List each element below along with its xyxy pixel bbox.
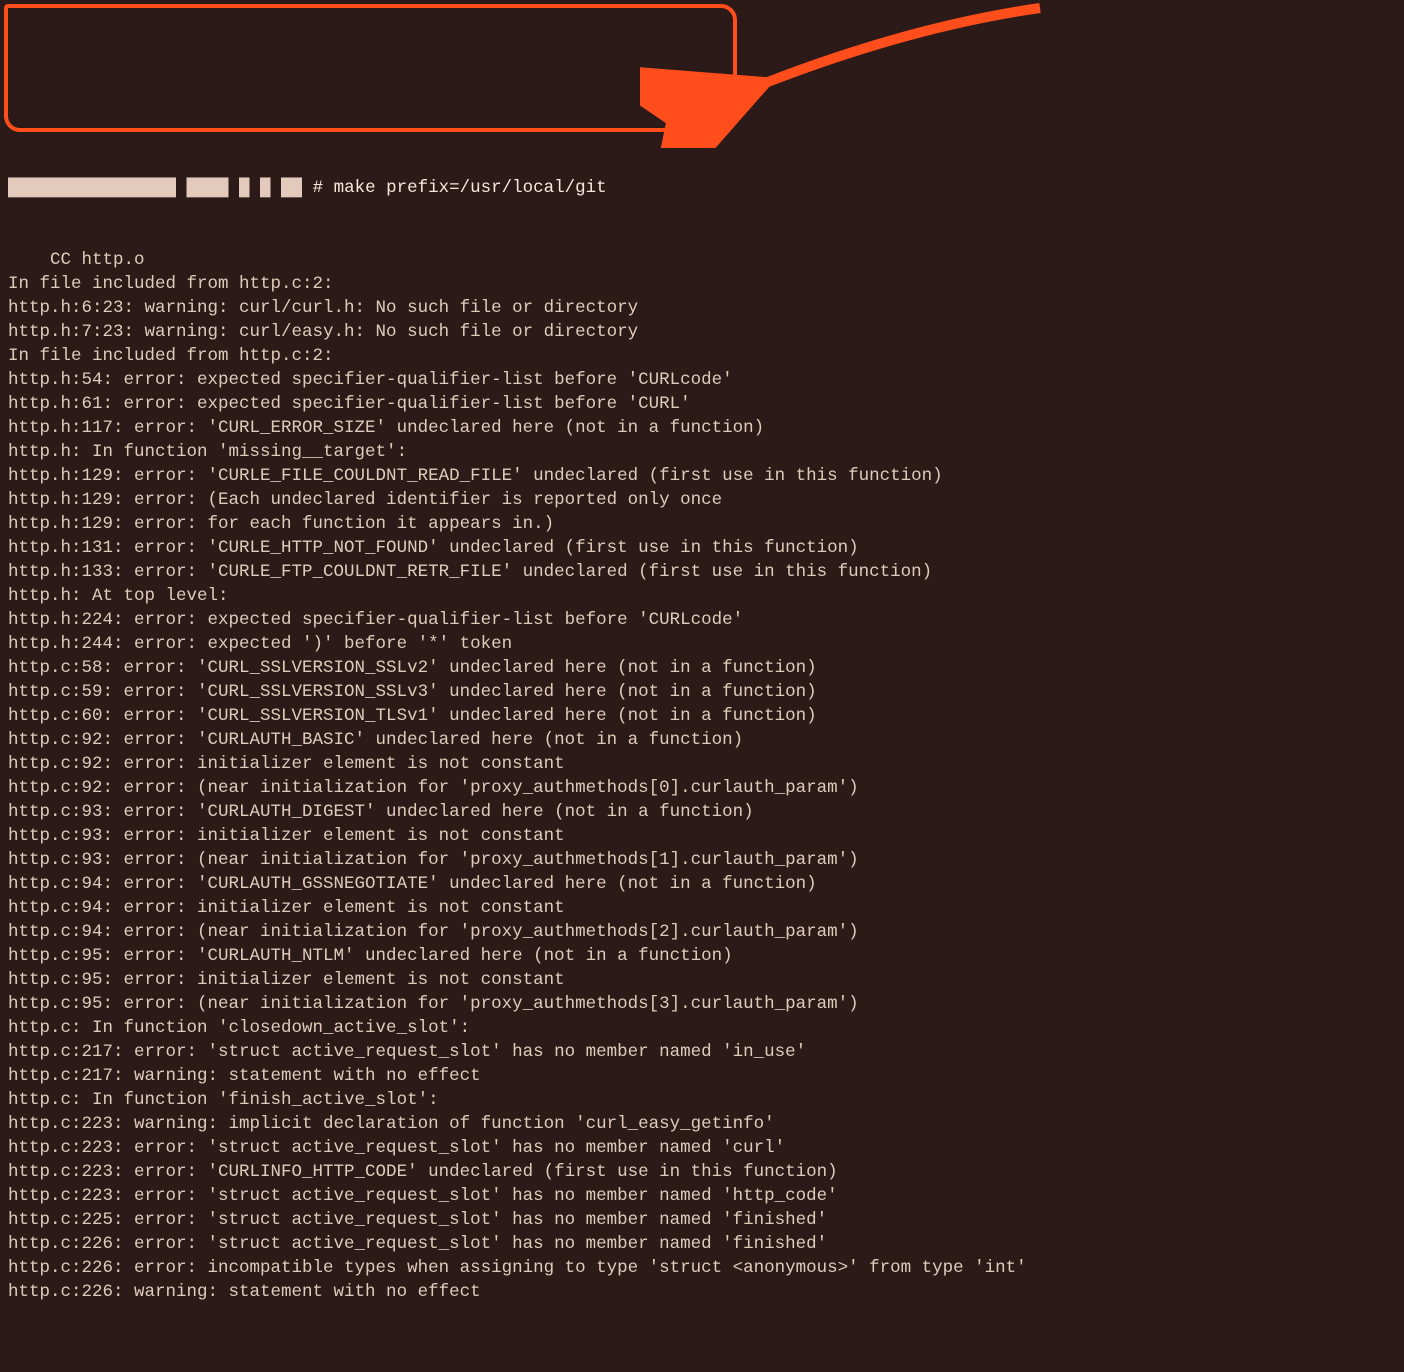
- output-line: http.c:60: error: 'CURL_SSLVERSION_TLSv1…: [8, 704, 1396, 728]
- output-line: CC http.o: [8, 248, 1396, 272]
- output-line: In file included from http.c:2:: [8, 344, 1396, 368]
- output-line: http.c:223: error: 'struct active_reques…: [8, 1184, 1396, 1208]
- output-line: http.c:226: error: 'struct active_reques…: [8, 1232, 1396, 1256]
- command-text: make prefix=/usr/local/git: [334, 178, 607, 198]
- output-line: http.c:225: error: 'struct active_reques…: [8, 1208, 1396, 1232]
- output-line: http.c:223: warning: implicit declaratio…: [8, 1112, 1396, 1136]
- compiler-output: CC http.oIn file included from http.c:2:…: [8, 248, 1396, 1304]
- output-line: http.c:217: warning: statement with no e…: [8, 1064, 1396, 1088]
- output-line: http.h:117: error: 'CURL_ERROR_SIZE' und…: [8, 416, 1396, 440]
- output-line: http.h:6:23: warning: curl/curl.h: No su…: [8, 296, 1396, 320]
- output-line: http.h:224: error: expected specifier-qu…: [8, 608, 1396, 632]
- output-line: http.h:244: error: expected ')' before '…: [8, 632, 1396, 656]
- output-line: http.h: At top level:: [8, 584, 1396, 608]
- arrow-annotation-icon: [640, 0, 1060, 148]
- output-line: http.h:54: error: expected specifier-qua…: [8, 368, 1396, 392]
- output-line: http.c:226: warning: statement with no e…: [8, 1280, 1396, 1304]
- prompt-user-host: ████████████████ ████ █ █ ██: [8, 178, 302, 198]
- output-line: http.c:95: error: 'CURLAUTH_NTLM' undecl…: [8, 944, 1396, 968]
- output-line: http.c:95: error: (near initialization f…: [8, 992, 1396, 1016]
- output-line: http.c:226: error: incompatible types wh…: [8, 1256, 1396, 1280]
- output-line: http.h:129: error: for each function it …: [8, 512, 1396, 536]
- output-line: http.c:94: error: (near initialization f…: [8, 920, 1396, 944]
- prompt-symbol: #: [313, 178, 324, 198]
- output-line: http.c:95: error: initializer element is…: [8, 968, 1396, 992]
- output-line: http.c:59: error: 'CURL_SSLVERSION_SSLv3…: [8, 680, 1396, 704]
- output-line: http.c:92: error: 'CURLAUTH_BASIC' undec…: [8, 728, 1396, 752]
- output-line: http.c:94: error: initializer element is…: [8, 896, 1396, 920]
- output-line: http.c:223: error: 'CURLINFO_HTTP_CODE' …: [8, 1160, 1396, 1184]
- output-line: http.c: In function 'closedown_active_sl…: [8, 1016, 1396, 1040]
- output-line: http.h: In function 'missing__target':: [8, 440, 1396, 464]
- output-line: http.c:93: error: initializer element is…: [8, 824, 1396, 848]
- output-line: http.c:93: error: 'CURLAUTH_DIGEST' unde…: [8, 800, 1396, 824]
- output-line: http.h:133: error: 'CURLE_FTP_COULDNT_RE…: [8, 560, 1396, 584]
- output-line: http.h:129: error: (Each undeclared iden…: [8, 488, 1396, 512]
- output-line: http.c:223: error: 'struct active_reques…: [8, 1136, 1396, 1160]
- output-line: http.h:7:23: warning: curl/easy.h: No su…: [8, 320, 1396, 344]
- highlight-box: [4, 4, 737, 132]
- output-line: http.c:217: error: 'struct active_reques…: [8, 1040, 1396, 1064]
- output-line: http.c:92: error: (near initialization f…: [8, 776, 1396, 800]
- output-line: In file included from http.c:2:: [8, 272, 1396, 296]
- output-line: http.c:58: error: 'CURL_SSLVERSION_SSLv2…: [8, 656, 1396, 680]
- output-line: http.c:94: error: 'CURLAUTH_GSSNEGOTIATE…: [8, 872, 1396, 896]
- output-line: http.h:129: error: 'CURLE_FILE_COULDNT_R…: [8, 464, 1396, 488]
- output-line: http.h:61: error: expected specifier-qua…: [8, 392, 1396, 416]
- output-line: http.c:92: error: initializer element is…: [8, 752, 1396, 776]
- output-line: http.c:93: error: (near initialization f…: [8, 848, 1396, 872]
- output-line: http.c: In function 'finish_active_slot'…: [8, 1088, 1396, 1112]
- prompt-line: ████████████████ ████ █ █ ██ # make pref…: [8, 176, 1396, 200]
- terminal-window[interactable]: ████████████████ ████ █ █ ██ # make pref…: [0, 0, 1404, 1352]
- output-line: http.h:131: error: 'CURLE_HTTP_NOT_FOUND…: [8, 536, 1396, 560]
